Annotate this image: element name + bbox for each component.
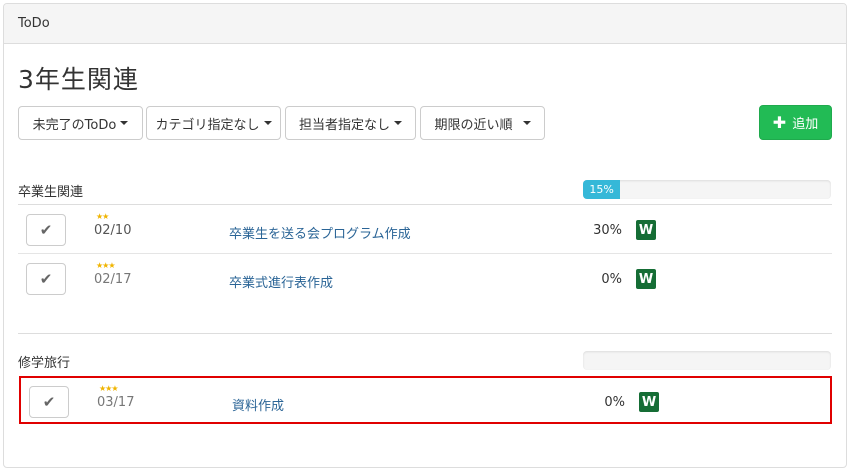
check-icon: ✔ bbox=[42, 393, 56, 411]
todo-panel: ToDo 3年生関連 未完了のToDo カテゴリ指定なし 担当者指定なし 期限の… bbox=[3, 3, 847, 468]
group-progress-school-trip bbox=[583, 351, 831, 370]
task-due-date: 02/17 bbox=[94, 272, 132, 287]
complete-task-button[interactable]: ✔ bbox=[29, 386, 69, 418]
row-divider bbox=[18, 253, 832, 254]
task-due-date: 02/10 bbox=[94, 223, 132, 238]
assignee-filter-label: 担当者指定なし bbox=[298, 117, 390, 133]
task-due-date: 03/17 bbox=[97, 395, 135, 410]
divider bbox=[18, 204, 832, 205]
task-progress-percent: 0% bbox=[604, 395, 625, 410]
task-name-link[interactable]: 資料作成 bbox=[232, 395, 284, 414]
task-row-selected: ✔ ★★★ 03/17 資料作成 0% W bbox=[19, 376, 832, 424]
word-file-icon[interactable]: W bbox=[636, 220, 656, 240]
status-filter-label: 未完了のToDo bbox=[32, 117, 117, 133]
page-title: 3年生関連 bbox=[18, 65, 139, 94]
task-row: ✔ ★★ 02/10 卒業生を送る会プログラム作成 30% W bbox=[18, 206, 832, 254]
caret-down-icon bbox=[394, 121, 402, 125]
caret-down-icon bbox=[263, 121, 272, 125]
word-file-icon[interactable]: W bbox=[636, 269, 656, 289]
priority-stars: ★★★ bbox=[96, 261, 115, 270]
priority-stars: ★★★ bbox=[99, 384, 118, 393]
sort-dropdown[interactable]: 期限の近い順 bbox=[420, 106, 545, 140]
complete-task-button[interactable]: ✔ bbox=[26, 214, 66, 246]
caret-down-icon bbox=[120, 121, 129, 125]
group-progress-graduation: 15% bbox=[583, 180, 831, 199]
task-name-link[interactable]: 卒業生を送る会プログラム作成 bbox=[229, 223, 411, 242]
progress-bar-fill: 15% bbox=[583, 180, 621, 199]
check-icon: ✔ bbox=[39, 221, 53, 239]
task-progress-percent: 0% bbox=[601, 272, 622, 287]
group-divider bbox=[18, 333, 832, 334]
check-icon: ✔ bbox=[39, 270, 53, 288]
word-file-icon[interactable]: W bbox=[639, 392, 659, 412]
complete-task-button[interactable]: ✔ bbox=[26, 263, 66, 295]
status-filter-dropdown[interactable]: 未完了のToDo bbox=[18, 106, 143, 140]
task-name-link[interactable]: 卒業式進行表作成 bbox=[229, 272, 333, 291]
task-row: ✔ ★★★ 02/17 卒業式進行表作成 0% W bbox=[18, 255, 832, 303]
category-filter-label: カテゴリ指定なし bbox=[155, 117, 260, 133]
group-title-graduation: 卒業生関連 bbox=[18, 185, 84, 200]
group-title-school-trip: 修学旅行 bbox=[18, 356, 71, 371]
plus-icon: ✚ bbox=[772, 112, 787, 132]
priority-stars: ★★ bbox=[96, 212, 109, 221]
add-button-label: 追加 bbox=[792, 117, 819, 132]
category-filter-dropdown[interactable]: カテゴリ指定なし bbox=[146, 106, 281, 140]
add-button[interactable]: ✚ 追加 bbox=[759, 105, 832, 140]
task-progress-percent: 30% bbox=[593, 223, 622, 238]
assignee-filter-dropdown[interactable]: 担当者指定なし bbox=[285, 106, 416, 140]
caret-down-icon bbox=[522, 121, 531, 125]
sort-label: 期限の近い順 bbox=[434, 117, 513, 133]
panel-heading: ToDo bbox=[4, 4, 846, 44]
